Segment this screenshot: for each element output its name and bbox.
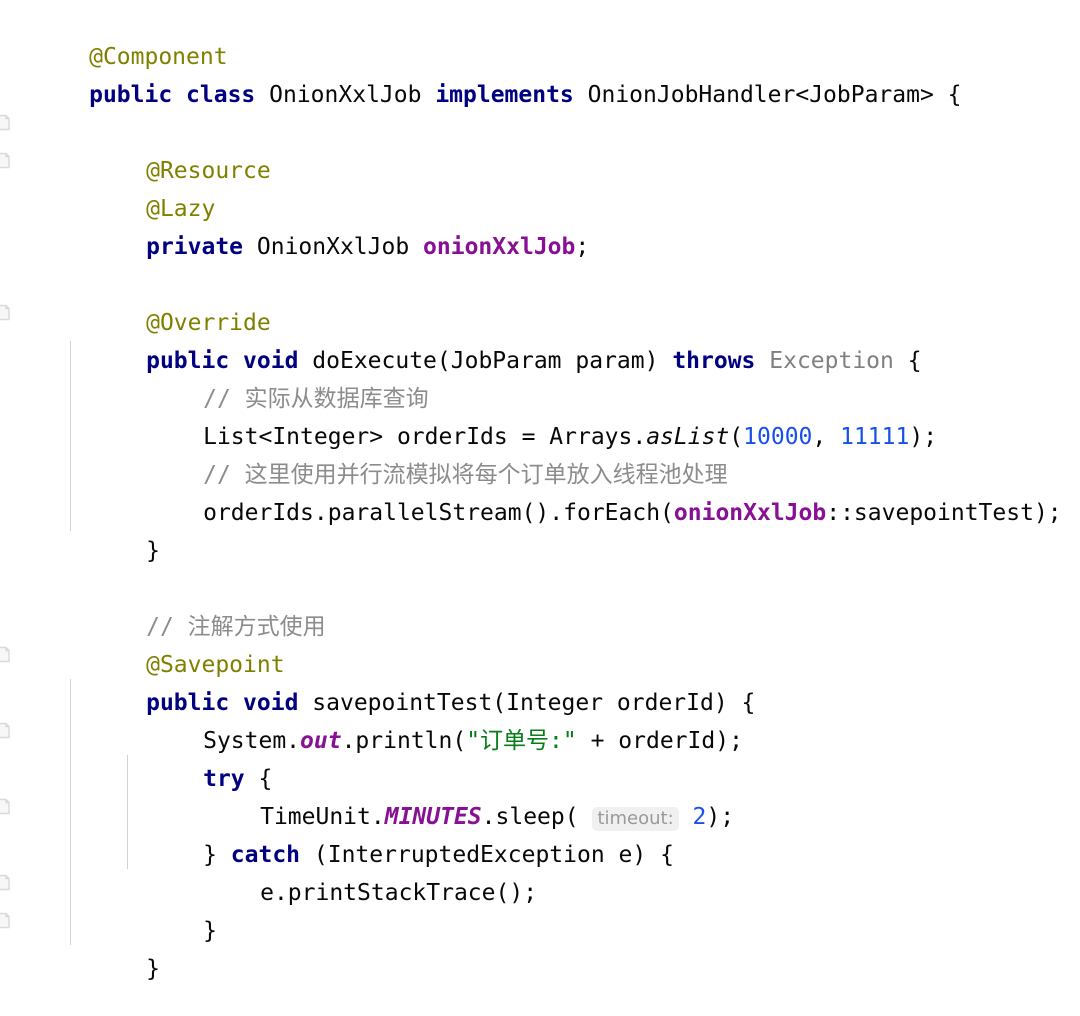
code-line: try { bbox=[0, 722, 1080, 792]
code-line: } catch (InterruptedException e) { bbox=[0, 798, 1080, 868]
field-type: OnionXxlJob bbox=[243, 234, 424, 261]
keyword-class: class bbox=[186, 82, 256, 109]
code-line: // 注解方式使用 bbox=[0, 570, 1080, 640]
semicolon: ; bbox=[575, 234, 590, 261]
code-line: public void doExecute(JobParam param) th… bbox=[0, 304, 1080, 374]
code-line: @Override bbox=[0, 266, 1080, 336]
code-line: List<Integer> orderIds = Arrays.asList(1… bbox=[0, 380, 1080, 450]
code-line: @Savepoint bbox=[0, 608, 1080, 678]
code-line: // 这里使用并行流模拟将每个订单放入线程池处理 bbox=[0, 418, 1080, 488]
code-line: public void savepointTest(Integer orderI… bbox=[0, 646, 1080, 716]
code-line: // 实际从数据库查询 bbox=[0, 342, 1080, 412]
class-name: OnionXxlJob bbox=[255, 82, 436, 109]
code-content[interactable]: @Component public class OnionXxlJob impl… bbox=[0, 0, 1080, 1016]
code-line: } bbox=[0, 978, 1080, 1016]
code-line: @Component bbox=[0, 0, 1080, 70]
code-line: TimeUnit.MINUTES.sleep( timeout: 2); bbox=[0, 760, 1080, 832]
interface-name: OnionJobHandler<JobParam> { bbox=[573, 82, 962, 109]
code-line: @Lazy bbox=[0, 152, 1080, 222]
code-line: } bbox=[0, 912, 1080, 982]
code-line: private OnionXxlJob onionXxlJob; bbox=[0, 190, 1080, 260]
close-brace: } bbox=[146, 538, 160, 565]
code-line: e.printStackTrace(); bbox=[0, 836, 1080, 906]
keyword-private: private bbox=[146, 234, 244, 261]
code-line: } bbox=[0, 874, 1080, 944]
code-line: @Resource bbox=[0, 114, 1080, 184]
code-line: } bbox=[0, 494, 1080, 564]
code-line: orderIds.parallelStream().forEach(onionX… bbox=[0, 456, 1080, 526]
field-name: onionXxlJob bbox=[423, 234, 576, 261]
code-line: public class OnionXxlJob implements Onio… bbox=[0, 38, 1080, 108]
code-editor[interactable]: @Component public class OnionXxlJob impl… bbox=[0, 0, 1080, 1016]
code-line: System.out.println("订单号:" + orderId); bbox=[0, 684, 1080, 754]
keyword-public: public bbox=[89, 82, 173, 109]
keyword-implements: implements bbox=[435, 82, 574, 109]
